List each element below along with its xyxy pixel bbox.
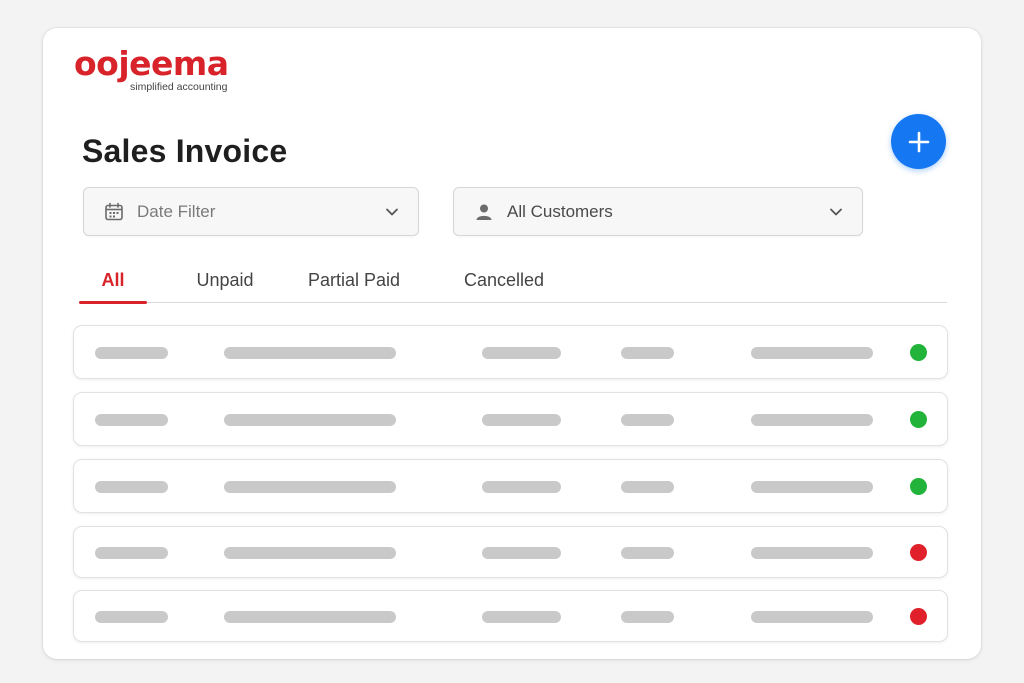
status-dot: [910, 478, 927, 495]
placeholder-invoice-no: [95, 481, 168, 493]
customer-filter-dropdown[interactable]: All Customers: [453, 187, 863, 236]
brand-tagline: simplified accounting: [130, 81, 228, 93]
status-tabs: All Unpaid Partial Paid Cancelled: [79, 258, 947, 304]
placeholder-amount: [621, 611, 674, 623]
invoice-row[interactable]: [73, 590, 948, 642]
tab-cancelled[interactable]: Cancelled: [439, 258, 569, 302]
placeholder-date: [482, 611, 561, 623]
placeholder-customer: [224, 547, 396, 559]
tab-unpaid[interactable]: Unpaid: [175, 258, 275, 302]
invoice-row[interactable]: [73, 325, 948, 379]
placeholder-customer: [224, 611, 396, 623]
date-filter-label: Date Filter: [137, 201, 216, 221]
placeholder-customer: [224, 414, 396, 426]
page-title: Sales Invoice: [82, 133, 288, 169]
placeholder-invoice-no: [95, 547, 168, 559]
placeholder-amount: [621, 547, 674, 559]
status-dot: [910, 544, 927, 561]
placeholder-amount: [621, 414, 674, 426]
placeholder-invoice-no: [95, 347, 168, 359]
placeholder-date: [482, 481, 561, 493]
status-dot: [910, 411, 927, 428]
placeholder-balance: [751, 481, 873, 493]
placeholder-customer: [224, 481, 396, 493]
placeholder-balance: [751, 414, 873, 426]
placeholder-balance: [751, 611, 873, 623]
chevron-down-icon: [829, 205, 843, 219]
date-filter-dropdown[interactable]: Date Filter: [83, 187, 419, 236]
invoice-row[interactable]: [73, 526, 948, 578]
invoice-card: oojeema simplified accounting Sales Invo…: [43, 28, 981, 659]
brand-logo: oojeema simplified accounting: [74, 44, 229, 93]
invoice-row[interactable]: [73, 459, 948, 513]
chevron-down-icon: [385, 205, 399, 219]
customer-filter-label: All Customers: [507, 201, 613, 221]
calendar-icon: [104, 202, 124, 222]
placeholder-balance: [751, 347, 873, 359]
status-dot: [910, 608, 927, 625]
tab-all[interactable]: All: [79, 258, 147, 304]
brand-name: oojeema: [74, 44, 229, 83]
placeholder-amount: [621, 347, 674, 359]
placeholder-amount: [621, 481, 674, 493]
placeholder-date: [482, 547, 561, 559]
add-invoice-button[interactable]: [891, 114, 946, 169]
placeholder-invoice-no: [95, 414, 168, 426]
plus-icon: [908, 131, 929, 152]
user-icon: [474, 202, 494, 222]
placeholder-date: [482, 414, 561, 426]
tab-partial-paid[interactable]: Partial Paid: [289, 258, 419, 302]
invoice-row[interactable]: [73, 392, 948, 446]
placeholder-invoice-no: [95, 611, 168, 623]
status-dot: [910, 344, 927, 361]
placeholder-customer: [224, 347, 396, 359]
placeholder-date: [482, 347, 561, 359]
placeholder-balance: [751, 547, 873, 559]
